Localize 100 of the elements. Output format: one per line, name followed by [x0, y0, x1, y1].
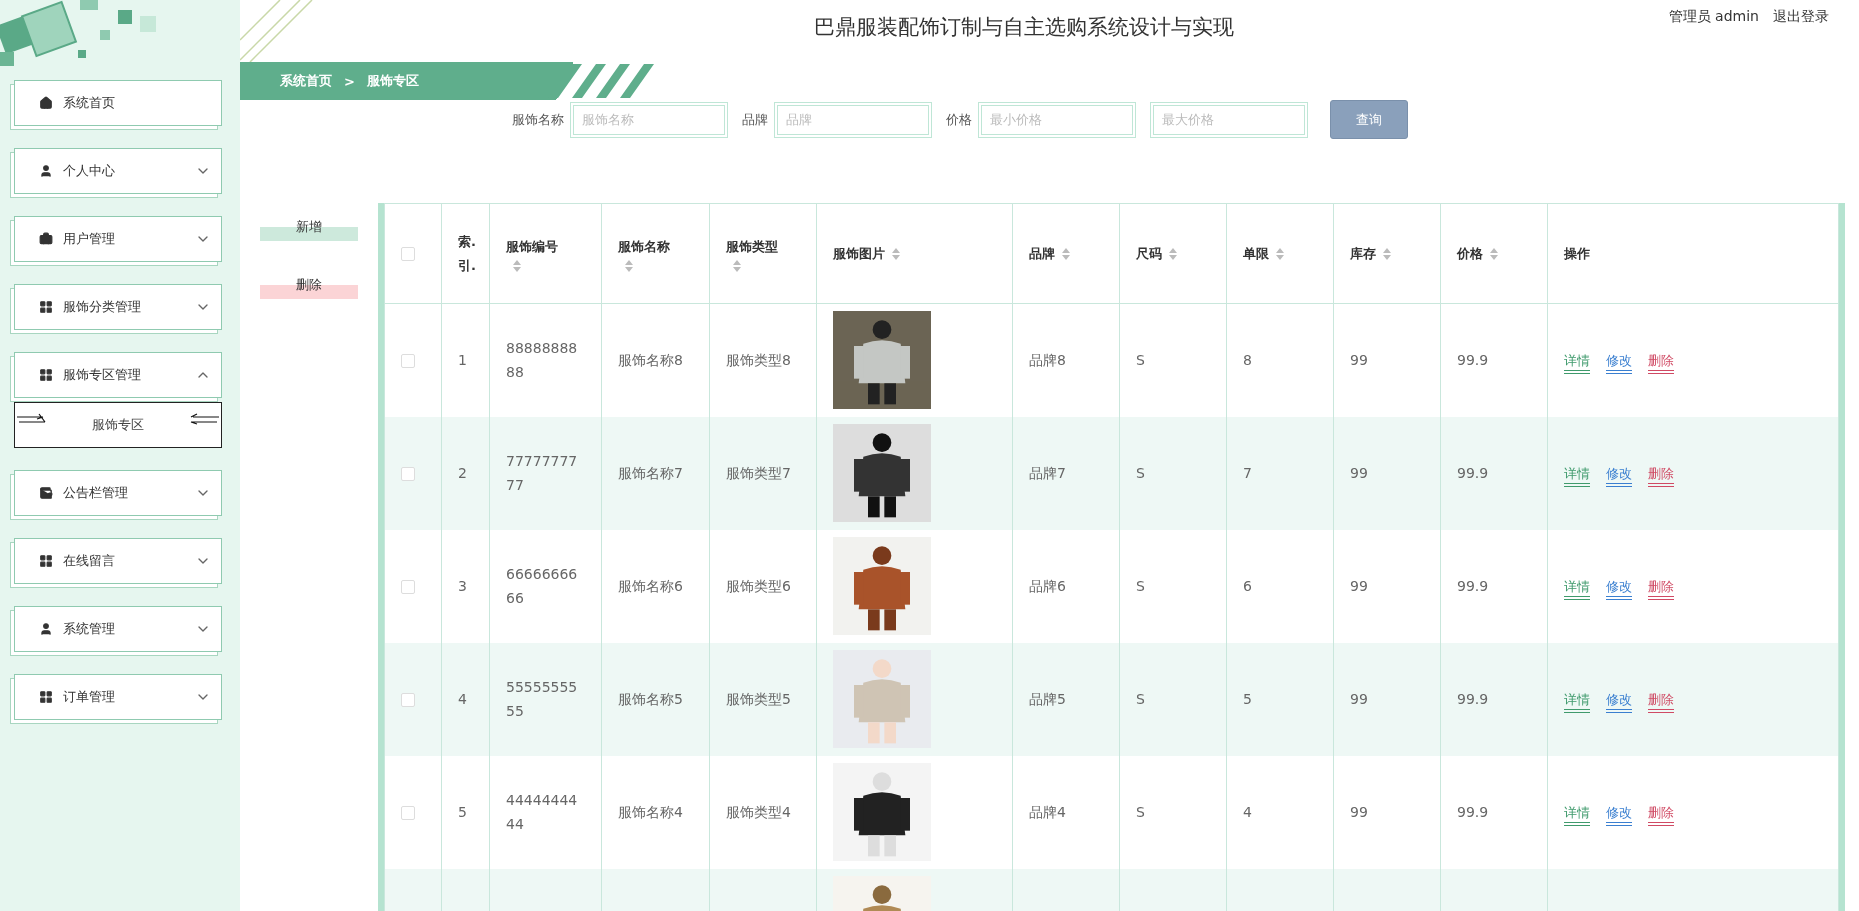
table-cell: 5555555555: [506, 679, 578, 719]
table-cell: 3: [458, 578, 467, 594]
breadcrumb-item[interactable]: 服饰专区: [366, 72, 419, 90]
action-link[interactable]: 修改: [1606, 804, 1632, 826]
sort-icon[interactable]: [732, 258, 742, 273]
menu-icon: [39, 164, 53, 178]
sort-icon[interactable]: [512, 258, 522, 273]
arrow-icon: [189, 412, 219, 426]
table-cell: 1: [458, 352, 467, 369]
column-header: 服饰编号: [506, 237, 558, 256]
action-link[interactable]: 修改: [1606, 352, 1632, 374]
table-cell: 服饰名称8: [618, 352, 683, 369]
menu-icon: [39, 300, 53, 314]
table-cell: 4: [1243, 804, 1252, 820]
sort-icon[interactable]: [1489, 247, 1499, 261]
table-cell: 服饰类型6: [726, 578, 791, 594]
action-link[interactable]: 删除: [1648, 465, 1674, 487]
action-link[interactable]: 修改: [1606, 465, 1632, 487]
table-cell: 8: [1243, 352, 1252, 369]
field-label: 品牌: [741, 110, 768, 129]
checkbox[interactable]: [401, 693, 415, 707]
table-cell: 99: [1350, 465, 1368, 481]
table-cell: 99.9: [1457, 804, 1489, 820]
action-link[interactable]: 删除: [1648, 578, 1674, 600]
column-header: 服饰类型: [726, 237, 778, 256]
search-field[interactable]: 最大价格: [1149, 101, 1308, 138]
search-field[interactable]: 品牌: [773, 101, 932, 138]
column-header: 单限: [1243, 245, 1269, 261]
sort-icon[interactable]: [1061, 247, 1071, 261]
table-cell: 99: [1350, 578, 1368, 594]
action-link[interactable]: 修改: [1606, 578, 1632, 600]
table-cell: 99.9: [1457, 691, 1489, 707]
table-cell: 服饰类型8: [726, 352, 791, 369]
action-link[interactable]: 删除: [1648, 352, 1674, 374]
table-cell: 服饰类型4: [726, 804, 791, 820]
table-cell: 99: [1350, 691, 1368, 707]
menu-icon: [39, 368, 53, 382]
table-cell: 4444444444: [506, 792, 578, 832]
table-cell: 品牌4: [1029, 804, 1066, 820]
table-cell: 8888888888: [506, 340, 578, 381]
field-label: 服饰名称: [511, 110, 564, 129]
table-cell: S: [1136, 465, 1145, 481]
action-link[interactable]: 详情: [1564, 352, 1590, 374]
sort-icon[interactable]: [624, 258, 634, 273]
logout-link[interactable]: 退出登录: [1773, 8, 1829, 26]
table-cell: 服饰名称7: [618, 465, 683, 481]
action-link[interactable]: 删除: [1648, 804, 1674, 826]
menu-icon: [39, 690, 53, 704]
sort-icon[interactable]: [891, 247, 901, 261]
table-cell: 99.9: [1457, 578, 1489, 594]
table-cell: 4: [458, 691, 467, 707]
checkbox[interactable]: [401, 247, 415, 261]
column-header: 索. 引.: [458, 233, 476, 273]
page-title: 巴鼎服装配饰订制与自主选购系统设计与实现: [813, 14, 1236, 41]
checkbox[interactable]: [401, 806, 415, 820]
menu-icon: [39, 486, 53, 500]
table-cell: 5: [458, 804, 467, 820]
table-cell: S: [1136, 352, 1145, 369]
checkbox[interactable]: [401, 467, 415, 481]
table-cell: 服饰名称5: [618, 691, 683, 707]
table-cell: 5: [1243, 691, 1252, 707]
breadcrumb-item[interactable]: 系统首页: [280, 72, 332, 90]
arrow-icon: [17, 412, 47, 426]
menu-icon: [39, 232, 53, 246]
menu-icon: [39, 554, 53, 568]
table-cell: 品牌5: [1029, 691, 1066, 707]
search-field[interactable]: 最小价格: [977, 101, 1136, 138]
action-link[interactable]: 详情: [1564, 465, 1590, 487]
table-cell: 服饰名称4: [618, 804, 683, 820]
table-cell: 6: [1243, 578, 1252, 594]
menu-icon: [39, 622, 53, 636]
search-field[interactable]: 服饰名称: [569, 101, 728, 138]
column-header: 尺码: [1136, 245, 1162, 261]
column-header: 品牌: [1029, 245, 1055, 261]
column-header: 库存: [1350, 245, 1376, 261]
action-link[interactable]: 详情: [1564, 578, 1590, 600]
table-cell: 品牌6: [1029, 578, 1066, 594]
checkbox[interactable]: [401, 354, 415, 369]
column-header: 服饰图片: [833, 245, 885, 261]
checkbox[interactable]: [401, 580, 415, 594]
table-cell: 品牌8: [1029, 352, 1066, 369]
action-link[interactable]: 删除: [1648, 691, 1674, 713]
table-cell: 服饰类型5: [726, 691, 791, 707]
action-link[interactable]: 修改: [1606, 691, 1632, 713]
menu-icon: [39, 96, 53, 110]
table-cell: 服饰类型7: [726, 465, 791, 481]
table-cell: 7: [1243, 465, 1252, 481]
sort-icon[interactable]: [1382, 247, 1392, 261]
action-link[interactable]: 详情: [1564, 691, 1590, 713]
user-label: 管理员 admin: [1668, 8, 1759, 26]
table-cell: 99.9: [1457, 352, 1489, 369]
action-link[interactable]: 详情: [1564, 804, 1590, 826]
table-cell: 99: [1350, 804, 1368, 820]
sort-icon[interactable]: [1275, 247, 1285, 261]
sort-icon[interactable]: [1168, 247, 1178, 261]
submenu-item[interactable]: 服饰专区: [14, 402, 222, 448]
table-cell: 6666666666: [506, 566, 578, 606]
search-button[interactable]: 查询: [1329, 100, 1408, 139]
column-header: 服饰名称: [618, 237, 670, 256]
table-cell: S: [1136, 804, 1145, 820]
